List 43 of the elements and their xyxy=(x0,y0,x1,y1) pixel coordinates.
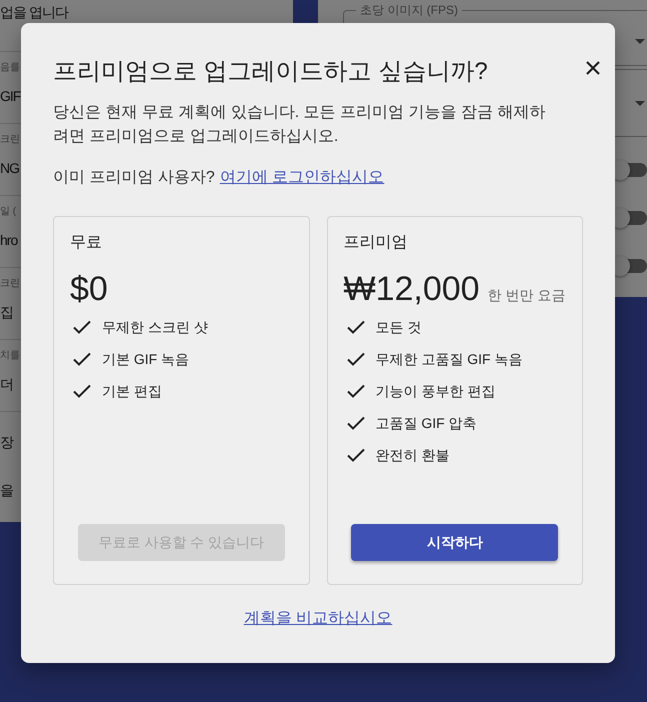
check-icon xyxy=(73,352,91,366)
setting-label: 크린 xyxy=(0,277,20,291)
check-icon xyxy=(73,384,91,398)
setting-value: 업을 엽니다 xyxy=(0,3,68,21)
setting-label: 일 ( xyxy=(0,205,16,219)
feature-text: 기본 편집 xyxy=(102,382,162,401)
check-icon xyxy=(73,320,91,334)
dialog-title: 프리미엄으로 업그레이드하고 싶습니까? xyxy=(53,57,488,87)
check-icon xyxy=(346,384,364,398)
close-icon xyxy=(586,61,600,75)
option-label: 을 xyxy=(0,481,13,499)
feature-text: 기본 GIF 녹음 xyxy=(102,350,190,369)
feature-text: 기능이 풍부한 편집 xyxy=(376,382,496,401)
plan-name: 프리미엄 xyxy=(344,233,408,253)
login-link[interactable]: 여기에 로그인하십시오 xyxy=(220,166,384,190)
feature-text: 완전히 환불 xyxy=(376,446,450,465)
option-label: 장 xyxy=(0,433,13,451)
price-note: 한 번만 요금 xyxy=(488,287,566,305)
setting-label: 음를 xyxy=(0,61,20,75)
caret-icon xyxy=(635,100,645,106)
check-icon xyxy=(346,320,364,334)
setting-label: 크린 xyxy=(0,133,20,147)
setting-value: 더 xyxy=(0,375,13,394)
feature-text: 무제한 고품질 GIF 녹음 xyxy=(376,350,522,369)
setting-value: NG xyxy=(0,159,19,178)
check-icon xyxy=(346,352,364,366)
caret-icon xyxy=(635,38,645,44)
setting-value: hro xyxy=(0,231,18,250)
plan-button[interactable]: 시작하다 xyxy=(351,524,558,561)
plan-price: $0 xyxy=(70,269,108,309)
plan-price: ₩12,000 xyxy=(344,269,480,309)
feature-text: 모든 것 xyxy=(376,318,422,337)
check-icon xyxy=(346,448,364,462)
plan-name: 무료 xyxy=(70,233,102,253)
feature-text: 고품질 GIF 압축 xyxy=(376,414,477,433)
compare-plans-link[interactable]: 계획을 비교하십시오 xyxy=(244,607,392,631)
check-icon xyxy=(346,416,364,430)
feature-text: 무제한 스크린 샷 xyxy=(102,318,208,337)
setting-label: 치를 xyxy=(0,349,20,363)
login-prompt: 이미 프리미엄 사용자? xyxy=(53,168,215,188)
setting-value: GIF xyxy=(0,87,20,106)
setting-value: 집 xyxy=(0,303,13,322)
dialog-description: 당신은 현재 무료 계획에 있습니다. 모든 프리미엄 기능을 잠금 해제하려면 프리미엄으로 업그레이드하십시오. xyxy=(53,103,546,147)
